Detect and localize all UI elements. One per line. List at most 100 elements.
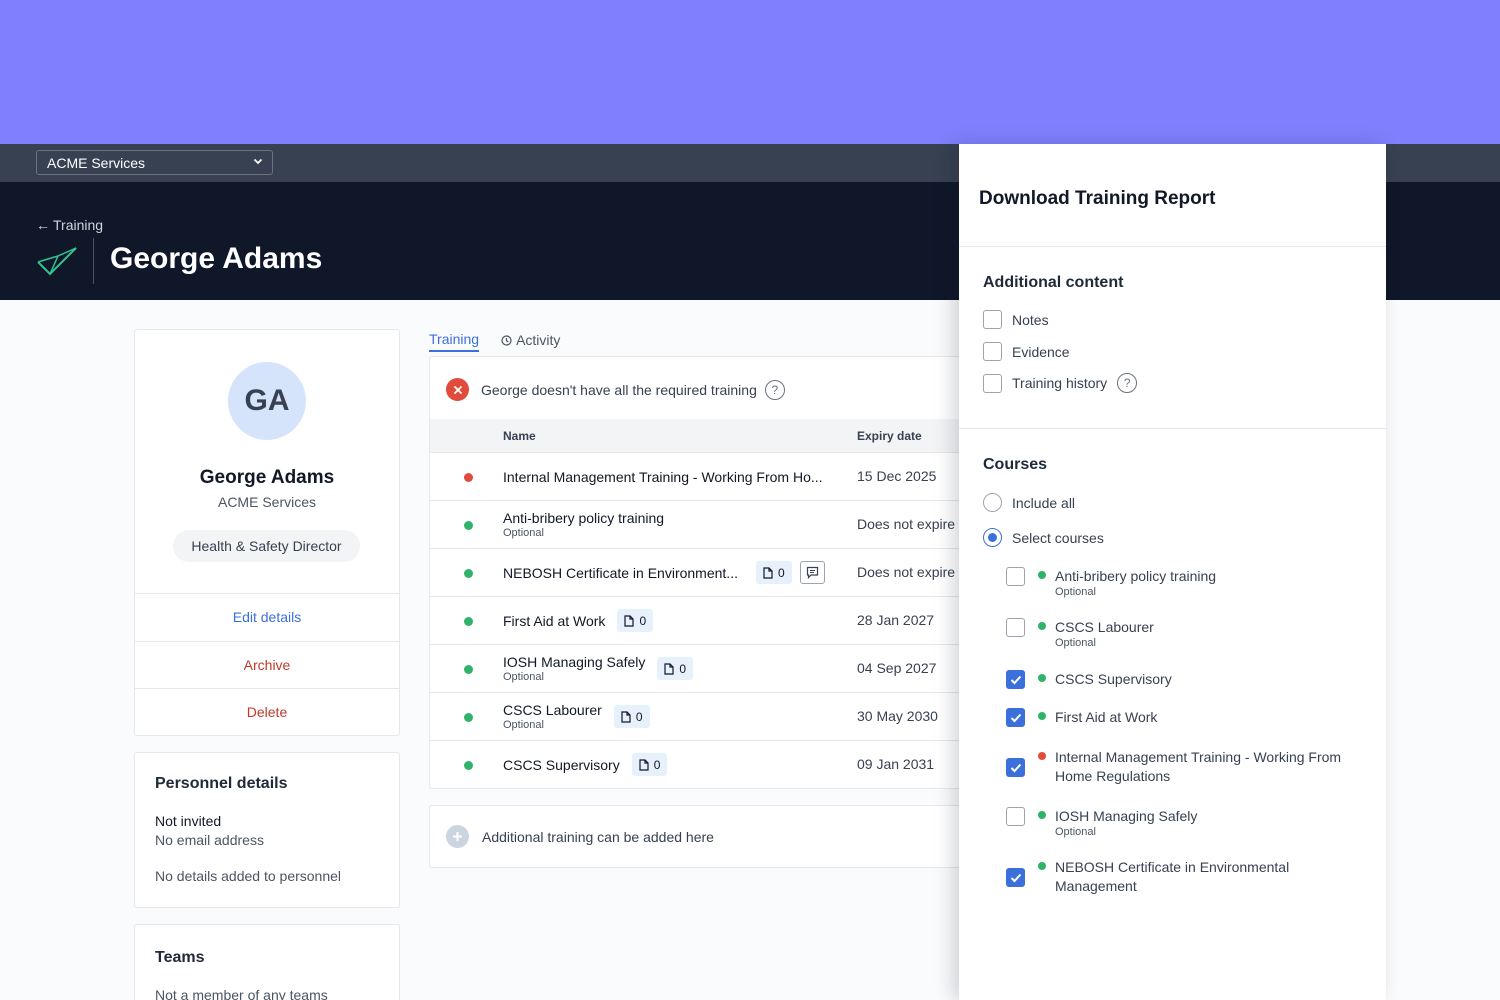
table-row[interactable]: NEBOSH Certificate in Environment... 0 D…: [430, 548, 988, 596]
course-checkbox[interactable]: [1006, 618, 1025, 637]
help-icon[interactable]: ?: [1117, 373, 1138, 393]
training-name: CSCS Supervisory: [503, 756, 620, 773]
training-history-checkbox-row[interactable]: Training history ?: [983, 373, 1138, 393]
expiry-date: 04 Sep 2027: [857, 660, 937, 676]
add-training-card[interactable]: Additional training can be added here: [429, 805, 989, 868]
training-alert-text: George doesn't have all the required tra…: [481, 381, 757, 398]
courses-title: Courses: [983, 456, 1048, 473]
evidence-badge[interactable]: 0: [657, 657, 694, 680]
select-courses-radio[interactable]: [983, 528, 1002, 547]
back-link-label: Training: [53, 217, 104, 233]
divider: [959, 428, 1386, 429]
select-courses-label: Select courses: [1012, 529, 1104, 546]
table-row[interactable]: Internal Management Training - Working F…: [430, 452, 988, 500]
checkmark-icon: [1010, 763, 1021, 772]
table-row[interactable]: CSCS Supervisory 0 09 Jan 2031: [430, 740, 988, 788]
organisation-select-value: ACME Services: [47, 154, 146, 171]
course-option[interactable]: Anti-bribery policy training Optional: [1006, 567, 1366, 599]
evidence-badge[interactable]: 0: [613, 705, 650, 728]
course-checkbox[interactable]: [1006, 567, 1025, 586]
expiry-date: 28 Jan 2027: [857, 612, 935, 628]
expiry-date: Does not expire: [857, 564, 956, 580]
status-dot: [1038, 622, 1046, 630]
tab-activity-label: Activity: [516, 332, 561, 348]
evidence-badge[interactable]: 0: [755, 561, 792, 584]
course-option[interactable]: CSCS Supervisory: [1006, 670, 1366, 689]
arrow-left-icon: ←: [36, 217, 50, 233]
table-row[interactable]: CSCS Labourer Optional 0 30 May 2030: [430, 692, 988, 740]
optional-label: Optional: [1055, 586, 1096, 598]
archive-button[interactable]: Archive: [135, 641, 399, 688]
details-status: No details added to personnel: [155, 868, 342, 884]
checkmark-icon: [1010, 873, 1021, 882]
evidence-count: 0: [635, 709, 643, 724]
tab-training[interactable]: Training: [429, 330, 480, 352]
evidence-count: 0: [653, 757, 661, 772]
course-checkbox[interactable]: [1006, 868, 1025, 887]
document-icon: [639, 758, 649, 771]
course-checkbox[interactable]: [1006, 758, 1025, 777]
chevron-down-icon: [253, 158, 263, 165]
expiry-date: Does not expire: [857, 516, 956, 532]
course-option[interactable]: NEBOSH Certificate in Environmental Mana…: [1006, 858, 1366, 896]
table-row[interactable]: Anti-bribery policy training Optional Do…: [430, 500, 988, 548]
course-option[interactable]: CSCS Labourer Optional: [1006, 618, 1366, 650]
optional-label: Optional: [503, 671, 544, 683]
teams-title: Teams: [155, 949, 205, 966]
training-name: First Aid at Work: [503, 612, 606, 629]
course-name: IOSH Managing Safely: [1055, 808, 1198, 824]
personnel-details-title: Personnel details: [155, 775, 288, 792]
edit-details-button[interactable]: Edit details: [135, 593, 399, 640]
evidence-count: 0: [639, 613, 647, 628]
status-dot: [464, 569, 473, 578]
course-option[interactable]: First Aid at Work: [1006, 708, 1366, 727]
course-name: CSCS Supervisory: [1055, 671, 1172, 687]
delete-button[interactable]: Delete: [135, 688, 399, 735]
page-title: George Adams: [110, 242, 323, 275]
checkmark-icon: [1010, 713, 1021, 722]
training-history-label: Training history: [1012, 375, 1108, 391]
course-checkbox[interactable]: [1006, 708, 1025, 727]
course-option[interactable]: Internal Management Training - Working F…: [1006, 748, 1366, 786]
evidence-count: 0: [777, 565, 785, 580]
checkmark-icon: [1010, 675, 1021, 684]
evidence-checkbox[interactable]: [983, 342, 1002, 361]
notes-checkbox-row[interactable]: Notes: [983, 310, 1049, 329]
table-header: Name Expiry date: [430, 419, 988, 452]
include-all-radio[interactable]: [983, 493, 1002, 512]
table-row[interactable]: IOSH Managing Safely Optional 0 04 Sep 2…: [430, 644, 988, 692]
training-history-checkbox[interactable]: [983, 373, 1002, 393]
evidence-badge[interactable]: 0: [617, 609, 654, 632]
document-icon: [763, 566, 773, 579]
course-checkbox[interactable]: [1006, 670, 1025, 689]
evidence-badge[interactable]: 0: [631, 753, 668, 776]
help-icon[interactable]: ?: [764, 379, 785, 400]
course-option[interactable]: IOSH Managing Safely Optional: [1006, 807, 1366, 839]
training-card: George doesn't have all the required tra…: [429, 356, 989, 789]
error-icon: [446, 378, 469, 401]
organisation-select[interactable]: ACME Services: [36, 150, 273, 175]
course-checkbox[interactable]: [1006, 807, 1025, 826]
optional-label: Optional: [1055, 637, 1096, 649]
avatar: GA: [228, 362, 306, 440]
profile-name: George Adams: [199, 467, 335, 488]
training-name: Internal Management Training - Working F…: [503, 468, 823, 485]
select-courses-radio-row[interactable]: Select courses: [983, 528, 1104, 547]
teams-status: Not a member of any teams: [155, 987, 328, 1000]
expiry-date: 30 May 2030: [857, 708, 938, 724]
status-dot: [1038, 862, 1046, 870]
expiry-date: 09 Jan 2031: [857, 756, 935, 772]
panel-title: Download Training Report: [979, 188, 1216, 209]
evidence-label: Evidence: [1012, 343, 1070, 360]
table-row[interactable]: First Aid at Work 0 28 Jan 2027: [430, 596, 988, 644]
tab-activity[interactable]: Activity: [501, 330, 560, 352]
course-name: NEBOSH Certificate in Environmental Mana…: [1055, 859, 1290, 894]
note-badge[interactable]: [799, 561, 825, 584]
evidence-checkbox-row[interactable]: Evidence: [983, 342, 1070, 361]
training-name: CSCS Labourer: [503, 702, 602, 718]
tab-bar: Training Activity: [429, 330, 560, 352]
include-all-radio-row[interactable]: Include all: [983, 493, 1075, 512]
clock-icon: [501, 334, 512, 346]
back-link[interactable]: ← Training: [36, 217, 103, 233]
notes-checkbox[interactable]: [983, 310, 1002, 329]
